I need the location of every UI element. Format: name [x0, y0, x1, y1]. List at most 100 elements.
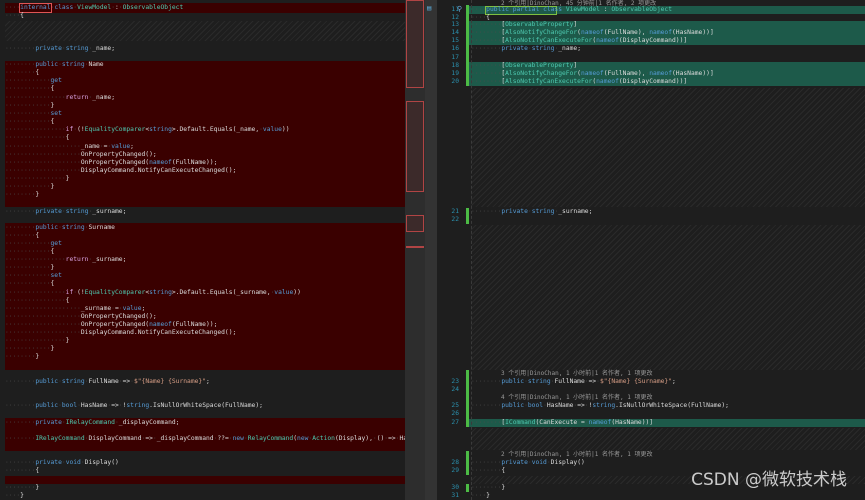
code-line[interactable]: ········public·string·Name	[5, 61, 104, 69]
code-line[interactable]: ····················_name·=·value;	[5, 143, 134, 151]
code-line[interactable]: ········IRelayCommand·DisplayCommand·=>·…	[5, 435, 405, 443]
change-bar	[466, 208, 469, 224]
code-line[interactable]: ················if·(!EqualityComparer<st…	[5, 289, 301, 297]
code-line[interactable]: ················}	[5, 175, 69, 183]
code-line[interactable]: ················return·_surname;	[5, 256, 126, 264]
code-line[interactable]: ····················OnPropertyChanged();	[5, 313, 157, 321]
right-diff-pane[interactable]: ⚲ 2 个引用|DinoChan, 45 分钟前|1 名作者, 2 项更改 3 …	[437, 0, 865, 500]
code-line[interactable]: ········}	[5, 484, 39, 492]
line-number: 23	[451, 378, 459, 385]
code-line[interactable]: ············{	[5, 85, 54, 93]
code-line[interactable]: ········public·string·Surname	[5, 224, 115, 232]
diff-gap	[471, 225, 865, 370]
code-line[interactable]: ················if·(!EqualityComparer<st…	[5, 126, 289, 134]
codelens[interactable]: 2 个引用|DinoChan, 45 分钟前|1 名作者, 2 项更改	[501, 0, 656, 7]
line-number: 24	[451, 386, 459, 393]
code-line[interactable]: ····················DisplayCommand.Notif…	[5, 329, 236, 337]
code-line[interactable]: ········}	[471, 484, 505, 492]
code-line[interactable]: ········private·IRelayCommand·_displayCo…	[5, 419, 179, 427]
code-line[interactable]: ········[ObservableProperty]	[471, 62, 577, 70]
code-line[interactable]: ········{	[5, 467, 39, 475]
code-line[interactable]: ····················OnPropertyChanged(na…	[5, 159, 217, 167]
code-line[interactable]: ················return·_name;	[5, 94, 115, 102]
line-number: 21	[451, 208, 459, 215]
code-line[interactable]: ········[AlsoNotifyChangeFor(nameof(Full…	[471, 29, 714, 37]
code-line[interactable]: ················}	[5, 337, 69, 345]
code-line[interactable]: ········[AlsoNotifyCanExecuteFor(nameof(…	[471, 78, 687, 86]
code-line[interactable]: ········public·string·FullName·=>·$"{Nam…	[471, 378, 676, 386]
code-line[interactable]: ············{	[5, 280, 54, 288]
code-line[interactable]: ················{	[5, 134, 69, 142]
line-number: 20	[451, 78, 459, 85]
line-number: 18	[451, 62, 459, 69]
code-line[interactable]: ············}	[5, 183, 54, 191]
watermark: CSDN @微软技术栈	[691, 470, 847, 490]
line-number: 30	[451, 484, 459, 491]
code-line[interactable]: ········[ICommand(CanExecute·=·nameof(Ha…	[471, 419, 653, 427]
line-number: 16	[451, 45, 459, 52]
code-line[interactable]: ········public·bool·HasName·=>·!string.I…	[471, 402, 729, 410]
line-number: 26	[451, 410, 459, 417]
code-line[interactable]: ········[AlsoNotifyCanExecuteFor(nameof(…	[471, 37, 687, 45]
codelens[interactable]: 2 个引用|DinoChan, 1 小时前|1 名作者, 1 项更改	[501, 451, 652, 459]
line-number: 11	[451, 6, 459, 13]
code-line[interactable]: ············set	[5, 110, 62, 118]
code-line[interactable]: ············{	[5, 118, 54, 126]
code-line[interactable]: ········}	[5, 353, 39, 361]
code-line[interactable]: ········private·string·_name;	[5, 45, 115, 53]
code-line[interactable]: ········[AlsoNotifyChangeFor(nameof(Full…	[471, 70, 714, 78]
codelens[interactable]: 3 个引用|DinoChan, 1 小时前|1 名作者, 1 项更改	[501, 370, 652, 378]
code-line[interactable]: ············{	[5, 248, 54, 256]
diff-gap	[471, 88, 865, 207]
removed-block	[5, 476, 405, 484]
code-line[interactable]: ············get	[5, 77, 62, 85]
code-line[interactable]: ····················_surname·=·value;	[5, 305, 145, 313]
code-line[interactable]: ········private·string·_surname;	[471, 208, 592, 216]
line-number: 14	[451, 29, 459, 36]
code-line[interactable]: ········private·string·_surname;	[5, 208, 126, 216]
line-number: 28	[451, 459, 459, 466]
code-line[interactable]: ················{	[5, 297, 69, 305]
code-line[interactable]: ····}	[471, 492, 490, 500]
code-line[interactable]: ········private·string·_name;	[471, 45, 581, 53]
change-bar	[466, 5, 469, 86]
code-line[interactable]: ········private·void·Display()	[5, 459, 119, 467]
line-number: 22	[451, 216, 459, 223]
code-line[interactable]: ····{	[5, 12, 24, 20]
diff-gap	[5, 21, 405, 41]
line-number: 29	[451, 467, 459, 474]
code-line[interactable]: ············}	[5, 345, 54, 353]
code-line[interactable]: ····················OnPropertyChanged(na…	[5, 321, 217, 329]
code-line[interactable]: ····public·partial·class·ViewModel·:·Obs…	[471, 6, 672, 14]
code-line[interactable]: ········public·string·FullName·=>·$"{Nam…	[5, 378, 210, 386]
line-number: 31	[451, 492, 459, 499]
code-line[interactable]: ········}	[5, 191, 39, 199]
code-line[interactable]: ····}	[5, 492, 24, 500]
left-diff-pane[interactable]: ····internal·class·ViewModel·:·Observabl…	[0, 0, 405, 500]
code-line[interactable]: ····················DisplayCommand.Notif…	[5, 167, 236, 175]
diff-gap	[471, 428, 865, 450]
code-line[interactable]: ········[ObservableProperty]	[471, 21, 577, 29]
line-number: 13	[451, 21, 459, 28]
code-line[interactable]: ········{	[5, 69, 39, 77]
code-line[interactable]: ············get	[5, 240, 62, 248]
code-line[interactable]: ············}	[5, 264, 54, 272]
codelens[interactable]: 4 个引用|DinoChan, 1 小时前|1 名作者, 1 项更改	[501, 394, 652, 402]
line-number: 17	[451, 54, 459, 61]
line-number: 27	[451, 419, 459, 426]
code-line[interactable]: ············set	[5, 272, 62, 280]
line-number: 15	[451, 37, 459, 44]
code-line[interactable]: ····internal·class·ViewModel·:·Observabl…	[5, 4, 183, 12]
right-overview-margin[interactable]: ▤	[425, 0, 437, 500]
change-bar	[466, 484, 469, 492]
code-line[interactable]: ········{	[471, 467, 505, 475]
change-bar	[466, 451, 469, 475]
line-number: 19	[451, 70, 459, 77]
code-line[interactable]: ········{	[5, 232, 39, 240]
code-line[interactable]: ····················OnPropertyChanged();	[5, 151, 157, 159]
code-line[interactable]: ········public·bool·HasName·=>·!string.I…	[5, 402, 263, 410]
diff-overview-scrollbar[interactable]	[405, 0, 425, 500]
code-line[interactable]: ········private·void·Display()	[471, 459, 585, 467]
change-bar	[466, 370, 469, 427]
code-line[interactable]: ············}	[5, 102, 54, 110]
